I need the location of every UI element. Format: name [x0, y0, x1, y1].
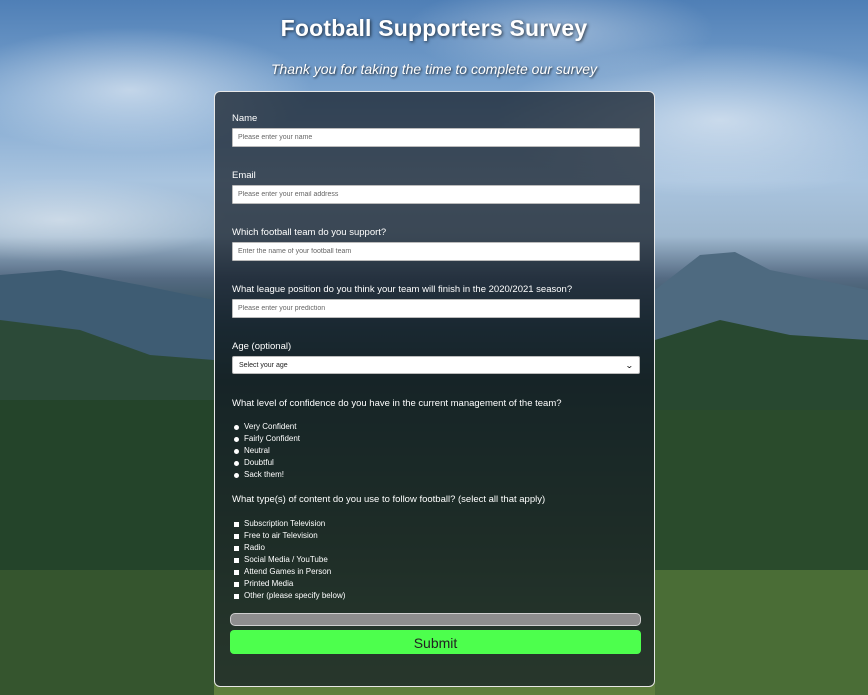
radio-option[interactable]: Doubtful: [234, 457, 300, 469]
radio-option-label: Fairly Confident: [244, 434, 301, 443]
league-position-input[interactable]: [232, 299, 640, 318]
checkbox-option[interactable]: Radio: [234, 542, 345, 554]
submit-button[interactable]: Submit: [230, 630, 641, 654]
checkbox-icon[interactable]: [234, 545, 239, 551]
checkbox-option-label: Subscription Television: [244, 519, 326, 528]
page-subtitle: Thank you for taking the time to complet…: [270, 61, 598, 77]
checkbox-icon[interactable]: [234, 557, 239, 563]
radio-button-icon[interactable]: [234, 472, 239, 478]
checkbox-icon[interactable]: [234, 581, 239, 587]
radio-option-label: Neutral: [244, 446, 270, 455]
checkbox-option-label: Free to air Television: [244, 531, 318, 540]
checkbox-option-label: Attend Games in Person: [244, 567, 332, 576]
checkbox-icon[interactable]: [234, 521, 239, 527]
checkbox-option-label: Social Media / YouTube: [244, 555, 328, 564]
checkbox-option[interactable]: Subscription Television: [234, 518, 345, 530]
league-position-label: What league position do you think your t…: [232, 284, 573, 295]
confidence-radio-group: Very Confident Fairly Confident Neutral …: [234, 421, 300, 481]
checkbox-option[interactable]: Other (please specify below): [234, 590, 345, 602]
chevron-down-icon: ⌄: [625, 360, 635, 370]
name-input[interactable]: [232, 128, 640, 147]
checkbox-icon[interactable]: [234, 593, 239, 599]
email-input[interactable]: [232, 185, 640, 204]
radio-option[interactable]: Neutral: [234, 445, 300, 457]
radio-button-icon[interactable]: [234, 460, 239, 466]
checkbox-icon[interactable]: [234, 533, 239, 539]
age-select-value: Select your age: [239, 361, 288, 369]
radio-button-icon[interactable]: [234, 448, 239, 454]
age-label: Age (optional): [232, 341, 292, 352]
email-label: Email: [232, 170, 256, 181]
radio-option[interactable]: Very Confident: [234, 421, 300, 433]
radio-option-label: Doubtful: [244, 458, 274, 467]
content-checkbox-group: Subscription Television Free to air Tele…: [234, 518, 345, 602]
survey-form: Name Email Which football team do you su…: [214, 91, 655, 687]
comments-textarea[interactable]: [230, 613, 641, 626]
checkbox-icon[interactable]: [234, 569, 239, 575]
radio-button-icon[interactable]: [234, 436, 239, 442]
checkbox-option[interactable]: Free to air Television: [234, 530, 345, 542]
checkbox-option[interactable]: Printed Media: [234, 578, 345, 590]
team-input[interactable]: [232, 242, 640, 261]
content-label: What type(s) of content do you use to fo…: [232, 494, 546, 505]
checkbox-option-label: Radio: [244, 543, 265, 552]
name-label: Name: [232, 113, 258, 124]
radio-option-label: Very Confident: [244, 422, 297, 431]
checkbox-option[interactable]: Attend Games in Person: [234, 566, 345, 578]
confidence-label: What level of confidence do you have in …: [232, 398, 562, 409]
team-label: Which football team do you support?: [232, 227, 387, 238]
checkbox-option-label: Printed Media: [244, 579, 294, 588]
radio-option[interactable]: Sack them!: [234, 469, 300, 481]
checkbox-option[interactable]: Social Media / YouTube: [234, 554, 345, 566]
radio-button-icon[interactable]: [234, 424, 239, 430]
age-select[interactable]: Select your age ⌄: [232, 356, 640, 374]
checkbox-option-label: Other (please specify below): [244, 591, 346, 600]
radio-option-label: Sack them!: [244, 470, 285, 479]
radio-option[interactable]: Fairly Confident: [234, 433, 300, 445]
page-title: Football Supporters Survey: [280, 15, 588, 41]
